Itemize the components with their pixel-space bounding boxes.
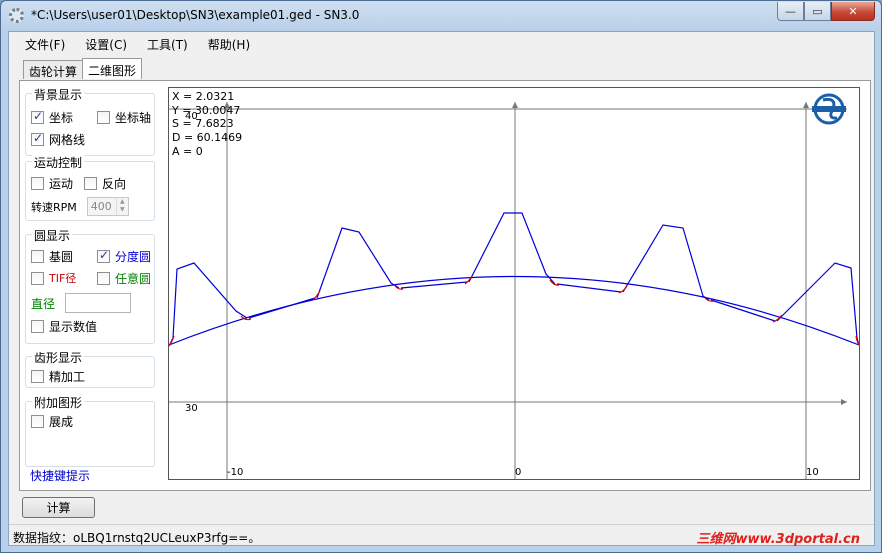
- tip-label: TIF径: [49, 272, 77, 285]
- coords-checkbox[interactable]: 坐标: [31, 109, 73, 126]
- speed-row: 转速RPM 400 ▲ ▼: [31, 197, 129, 216]
- y-tick-30: 30: [185, 403, 198, 414]
- any-circle-checkbox[interactable]: 任意圆: [97, 270, 151, 287]
- group-background-title: 背景显示: [32, 86, 85, 103]
- menu-help[interactable]: 帮助(H): [198, 32, 260, 56]
- title-bar[interactable]: *C:\Users\user01\Desktop\SN3\example01.g…: [1, 1, 881, 31]
- move-check-icon[interactable]: [31, 177, 44, 190]
- pitch-circle-checkbox[interactable]: 分度圆: [97, 248, 151, 265]
- calculate-button[interactable]: 计算: [22, 497, 95, 518]
- x-tick-10: 10: [806, 467, 819, 478]
- reverse-check-icon[interactable]: [84, 177, 97, 190]
- menu-settings[interactable]: 设置(C): [75, 32, 137, 56]
- move-label: 运动: [49, 177, 74, 191]
- base-label: 基圆: [49, 250, 74, 264]
- minimize-button[interactable]: —: [777, 2, 804, 21]
- any-check-icon[interactable]: [97, 272, 110, 285]
- generate-label: 展成: [49, 415, 74, 429]
- grid-check-icon[interactable]: [31, 131, 44, 146]
- axes-check-icon[interactable]: [97, 111, 110, 124]
- base-circle-checkbox[interactable]: 基圆: [31, 248, 73, 265]
- tab-2d-graphics[interactable]: 二维图形: [82, 58, 143, 79]
- tab-page-2d: 背景显示 坐标 坐标轴 网格线 运动控制 运动: [19, 80, 871, 491]
- group-motion-title: 运动控制: [32, 154, 85, 171]
- generate-checkbox[interactable]: 展成: [31, 413, 73, 430]
- maximize-button[interactable]: ▭: [804, 2, 831, 21]
- tab-gear-calc[interactable]: 齿轮计算: [23, 60, 84, 79]
- grid-label: 网格线: [49, 133, 86, 147]
- speed-value: 400: [90, 200, 112, 213]
- tip-check-icon[interactable]: [31, 271, 44, 285]
- pitch-check-icon[interactable]: [97, 248, 110, 263]
- status-bar: 数据指纹：oLBQ1rnstq2UCLeuxP3rfg==。 三维网www.3d…: [9, 524, 874, 547]
- readout-y: Y = 30.0047: [172, 103, 241, 117]
- app-window: *C:\Users\user01\Desktop\SN3\example01.g…: [0, 0, 882, 553]
- speed-spinbox[interactable]: 400 ▲ ▼: [86, 197, 129, 216]
- watermark-logo: 三维网www.3dportal.cn: [696, 532, 860, 547]
- tooth-profile: [168, 212, 860, 347]
- grid-checkbox[interactable]: 网格线: [31, 131, 85, 148]
- any-label: 任意圆: [115, 272, 152, 286]
- x-tick-neg10: -10: [227, 467, 243, 478]
- finish-checkbox[interactable]: 精加工: [31, 368, 85, 385]
- show-values-label: 显示数值: [49, 320, 98, 334]
- sn-logo-icon: [812, 93, 846, 125]
- group-circles: 圆显示 基圆 分度圆 TIF径 任意圆 直径: [25, 227, 155, 344]
- group-background: 背景显示 坐标 坐标轴 网格线: [25, 86, 155, 156]
- readout-s: S = 7.6823: [172, 117, 234, 131]
- tip-circle-checkbox[interactable]: TIF径: [31, 270, 76, 286]
- finish-label: 精加工: [49, 370, 86, 384]
- readout-d: D = 60.1469: [172, 131, 243, 145]
- group-circles-title: 圆显示: [32, 227, 73, 244]
- axes-label: 坐标轴: [115, 111, 152, 125]
- base-check-icon[interactable]: [31, 250, 44, 263]
- group-tooth: 齿形显示 精加工: [25, 349, 155, 388]
- pitch-label: 分度圆: [115, 250, 152, 264]
- axes-checkbox[interactable]: 坐标轴: [97, 109, 151, 126]
- reverse-label: 反向: [102, 177, 127, 191]
- shortcut-help-link[interactable]: 快捷键提示: [30, 467, 90, 484]
- group-extra: 附加图形 展成: [25, 394, 155, 467]
- coords-label: 坐标: [49, 111, 74, 125]
- gear-plot: 40 30 -10 0 10: [168, 93, 860, 479]
- gear-canvas[interactable]: 40 30 -10 0 10 X = 2.0321 Y = 30.0047 S …: [168, 87, 860, 480]
- diameter-input[interactable]: [65, 293, 132, 313]
- spin-arrows-icon[interactable]: ▲ ▼: [115, 198, 128, 215]
- move-checkbox[interactable]: 运动: [31, 175, 73, 192]
- show-values-check-icon[interactable]: [31, 320, 44, 333]
- group-extra-title: 附加图形: [32, 394, 85, 411]
- data-fingerprint: 数据指纹：oLBQ1rnstq2UCLeuxP3rfg==。: [13, 531, 261, 545]
- menu-file[interactable]: 文件(F): [15, 32, 75, 56]
- close-button[interactable]: ✕: [831, 2, 875, 21]
- menu-bar: 文件(F) 设置(C) 工具(T) 帮助(H): [9, 32, 874, 56]
- group-tooth-title: 齿形显示: [32, 349, 85, 366]
- speed-label: 转速RPM: [31, 200, 77, 214]
- window-controls: — ▭ ✕: [777, 2, 875, 22]
- x-tick-0: 0: [515, 467, 521, 478]
- readout-x: X = 2.0321: [172, 90, 235, 103]
- readout-a: A = 0: [172, 144, 203, 158]
- tab-strip: 齿轮计算 二维图形: [23, 58, 143, 80]
- generate-check-icon[interactable]: [31, 415, 44, 428]
- group-motion: 运动控制 运动 反向 转速RPM 400 ▲ ▼: [25, 154, 155, 221]
- diameter-label: 直径: [31, 296, 56, 311]
- cursor-readout: X = 2.0321 Y = 30.0047 S = 7.6823 D = 60…: [172, 90, 242, 159]
- app-gear-icon[interactable]: [9, 8, 24, 23]
- menu-tools[interactable]: 工具(T): [137, 32, 198, 56]
- client-area: 文件(F) 设置(C) 工具(T) 帮助(H) 齿轮计算 二维图形 背景显示 坐…: [8, 31, 875, 547]
- finish-check-icon[interactable]: [31, 370, 44, 383]
- coords-check-icon[interactable]: [31, 109, 44, 124]
- show-values-checkbox[interactable]: 显示数值: [31, 318, 97, 335]
- reverse-checkbox[interactable]: 反向: [84, 175, 126, 192]
- window-title: *C:\Users\user01\Desktop\SN3\example01.g…: [31, 8, 360, 22]
- diameter-row: 直径: [31, 293, 132, 313]
